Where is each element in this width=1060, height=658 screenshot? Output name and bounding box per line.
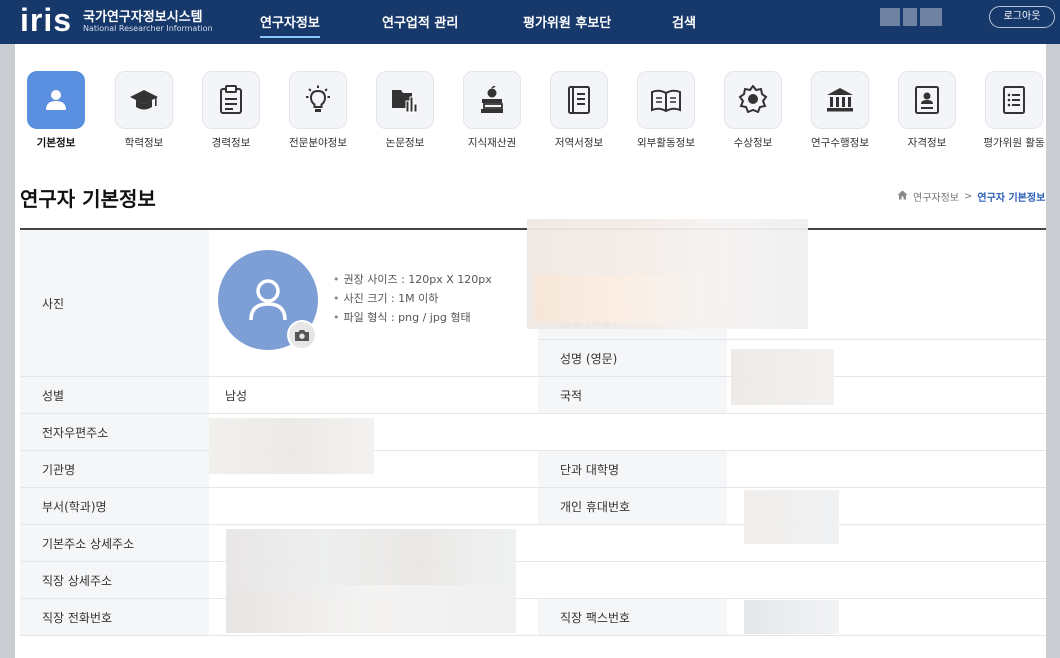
work-address-row: 직장 상세주소 [20, 562, 1046, 599]
institution-label: 기관명 [20, 451, 209, 487]
menu-item-books[interactable]: 저역서정보 [539, 71, 619, 150]
top-navigation-bar: iris 국가연구자정보시스템 National Researcher Info… [0, 0, 1060, 44]
gender-label: 성별 [20, 377, 209, 413]
photo-guideline: 권장 사이즈 : 120px X 120px [333, 270, 492, 289]
menu-label-expertise: 전문분야정보 [289, 137, 347, 149]
department-row: 부서(학과)명 개인 휴대번호 [20, 488, 1046, 525]
redacted-block-email [209, 418, 374, 474]
redacted-block-phone [226, 585, 516, 633]
work-phone-label: 직장 전화번호 [20, 599, 209, 635]
content-card: 기본정보 학력정보 경력정보 전문분야정보 논문정보 지식재산권 저역서정보 외… [15, 44, 1046, 658]
menu-item-papers[interactable]: 논문정보 [365, 71, 445, 150]
logout-button[interactable]: 로그아웃 [989, 6, 1055, 28]
redacted-block-name-2 [534, 274, 704, 322]
redacted-block-mobile [744, 490, 839, 544]
home-icon[interactable] [897, 190, 908, 203]
logo-english-subtitle: National Researcher Information [83, 24, 213, 33]
clipboard-icon [202, 71, 260, 129]
open-book-icon [637, 71, 695, 129]
department-label: 부서(학과)명 [20, 488, 209, 524]
book-icon [550, 71, 608, 129]
menu-label-ip: 지식재산권 [467, 137, 517, 149]
redacted-block-address [226, 529, 516, 585]
name-en-label: 성명 (영문) [538, 340, 727, 376]
college-label: 단과 대학명 [538, 451, 727, 487]
gender-row: 성별 남성 국적 [20, 377, 1046, 414]
award-badge-icon [724, 71, 782, 129]
menu-label-education: 학력정보 [124, 137, 164, 149]
lightbulb-icon [289, 71, 347, 129]
college-value [727, 451, 1046, 487]
menu-item-expertise[interactable]: 전문분야정보 [278, 71, 358, 150]
menu-label-research-projects: 연구수행정보 [811, 137, 869, 149]
institution-row: 기관명 단과 대학명 [20, 451, 1046, 488]
photo-guidelines: 권장 사이즈 : 120px X 120px 사진 크기 : 1M 이하 파일 … [333, 270, 492, 327]
breadcrumb-current: 연구자 기본정보 [977, 193, 1046, 204]
menu-label-external: 외부활동정보 [637, 137, 695, 149]
photo-cell: 권장 사이즈 : 120px X 120px 사진 크기 : 1M 이하 파일 … [209, 230, 538, 377]
institution-icon [811, 71, 869, 129]
graduation-cap-icon [115, 71, 173, 129]
document-list-icon [985, 71, 1043, 129]
menu-item-qualifications[interactable]: 자격정보 [887, 71, 967, 150]
nav-researcher-info[interactable]: 연구자정보 [260, 12, 320, 38]
breadcrumb: 연구자정보 > 연구자 기본정보 [897, 189, 1045, 204]
menu-item-career[interactable]: 경력정보 [191, 71, 271, 150]
person-icon [27, 71, 85, 129]
menu-item-research-projects[interactable]: 연구수행정보 [800, 71, 880, 150]
site-logo[interactable]: iris [20, 4, 72, 36]
redacted-block-name-en [731, 349, 834, 405]
nationality-label: 국적 [538, 377, 727, 413]
category-menu: 기본정보 학력정보 경력정보 전문분야정보 논문정보 지식재산권 저역서정보 외… [15, 71, 1046, 161]
menu-item-external[interactable]: 외부활동정보 [626, 71, 706, 150]
menu-item-awards[interactable]: 수상정보 [713, 71, 793, 150]
page-title: 연구자 기본정보 [20, 187, 156, 211]
menu-label-awards: 수상정보 [733, 137, 773, 149]
mobile-label: 개인 휴대번호 [538, 488, 727, 524]
folder-chart-icon [376, 71, 434, 129]
menu-label-evaluator-activity: 평가위원 활동 [983, 137, 1045, 149]
menu-item-ip[interactable]: 지식재산권 [452, 71, 532, 150]
photo-label: 사진 [20, 230, 209, 376]
menu-label-basic-info: 기본정보 [36, 137, 76, 149]
work-fax-label: 직장 팩스번호 [538, 599, 727, 635]
redacted-block-fax [744, 600, 839, 634]
email-row: 전자우편주소 [20, 414, 1046, 451]
books-apple-icon [463, 71, 521, 129]
user-name-redacted [880, 8, 942, 26]
menu-item-basic-info[interactable]: 기본정보 [16, 71, 96, 150]
menu-item-education[interactable]: 학력정보 [104, 71, 184, 150]
department-value [209, 488, 538, 524]
menu-label-career: 경력정보 [211, 137, 251, 149]
photo-guideline: 파일 형식 : png / jpg 형태 [333, 308, 492, 327]
breadcrumb-item[interactable]: 연구자정보 [913, 189, 959, 204]
nav-research-achievements[interactable]: 연구업적 관리 [382, 12, 458, 31]
nav-search[interactable]: 검색 [672, 12, 696, 31]
home-address-row: 기본주소 상세주소 [20, 525, 1046, 562]
menu-label-qualifications: 자격정보 [907, 137, 947, 149]
home-address-label: 기본주소 상세주소 [20, 525, 209, 561]
gender-value: 남성 [225, 388, 248, 403]
menu-label-papers: 논문정보 [385, 137, 425, 149]
work-address-label: 직장 상세주소 [20, 562, 209, 598]
logo-korean-title: 국가연구자정보시스템 [83, 10, 203, 25]
work-phone-row: 직장 전화번호 직장 팩스번호 [20, 599, 1046, 636]
id-card-icon [898, 71, 956, 129]
photo-guideline: 사진 크기 : 1M 이하 [333, 289, 492, 308]
menu-label-books: 저역서정보 [554, 137, 604, 149]
menu-item-evaluator-activity[interactable]: 평가위원 활동 [974, 71, 1046, 150]
camera-upload-icon[interactable] [287, 320, 317, 350]
email-label: 전자우편주소 [20, 414, 209, 450]
nav-evaluator-pool[interactable]: 평가위원 후보단 [523, 12, 611, 31]
breadcrumb-separator-icon: > [964, 191, 973, 202]
